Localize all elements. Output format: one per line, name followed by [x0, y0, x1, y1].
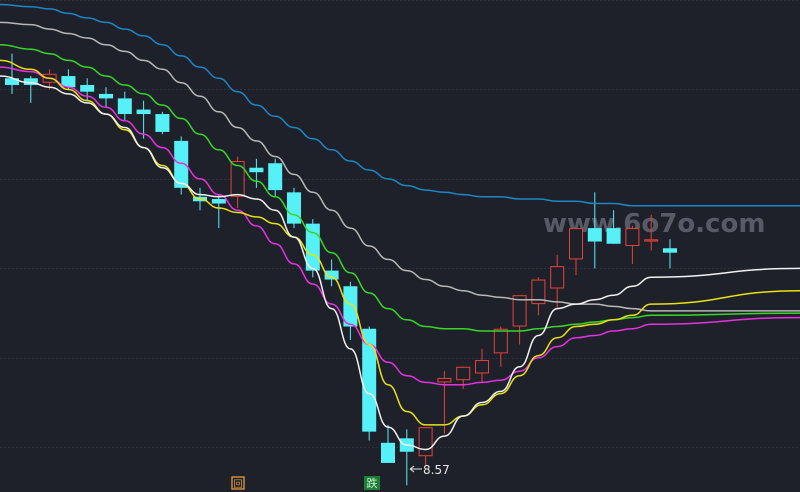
candle-body: [136, 109, 151, 115]
candle-body: [475, 360, 489, 374]
candle-body: [211, 199, 226, 204]
candle-body: [550, 266, 565, 289]
candle-body: [569, 228, 583, 260]
candle-body: [606, 228, 621, 244]
candle-body: [249, 167, 264, 173]
candle-body: [381, 442, 395, 463]
candle-body: [587, 228, 602, 242]
candlestick-chart: www.6o7o.com 8.57 回 跌: [0, 0, 800, 492]
candle-body: [343, 286, 358, 327]
candle-body: [644, 239, 659, 242]
candle: [287, 187, 301, 229]
candle-body: [625, 228, 640, 246]
candle-body: [493, 328, 508, 354]
candle-body: [437, 377, 452, 383]
candle-body: [155, 114, 170, 132]
candle-body: [663, 248, 677, 253]
candle-body: [117, 98, 132, 115]
candle-body: [99, 93, 113, 99]
fall-tag[interactable]: 跌: [367, 476, 378, 490]
marker-box-label: 回: [233, 479, 242, 490]
candle-body: [287, 192, 301, 224]
candle-body: [80, 84, 95, 92]
candle-body: [268, 163, 283, 191]
candle-body: [418, 427, 433, 457]
min-price-label: 8.57: [423, 463, 450, 477]
candle-body: [456, 366, 471, 381]
candle: [155, 111, 170, 135]
candle: [362, 326, 377, 441]
chart-background: [0, 0, 800, 492]
